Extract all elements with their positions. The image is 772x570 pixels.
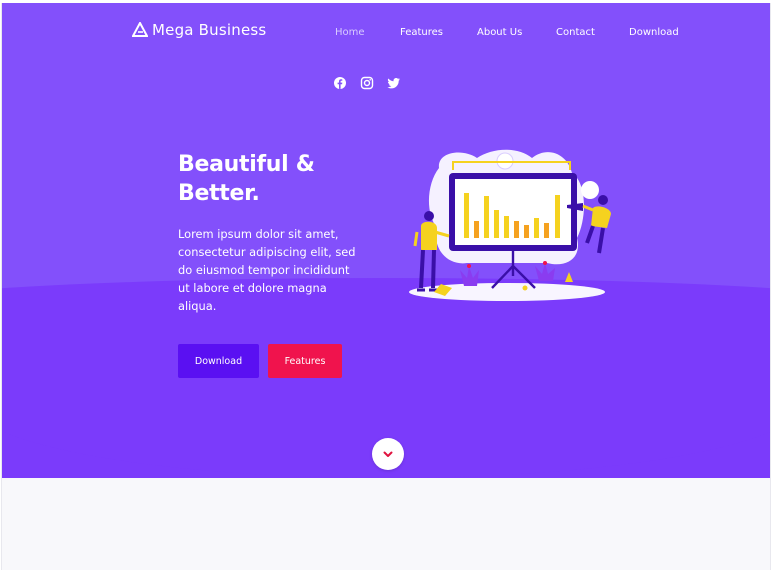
nav-item-contact[interactable]: Contact	[556, 27, 595, 38]
twitter-link[interactable]	[387, 76, 401, 90]
decor-circle	[581, 181, 599, 199]
nav-item-about-us[interactable]: About Us	[477, 27, 522, 38]
main-nav: Home Features About Us Contact Download	[2, 27, 770, 41]
hero-description: Lorem ipsum dolor sit amet, consectetur …	[178, 227, 356, 313]
gold-shard	[565, 272, 573, 282]
nav-item-home[interactable]: Home	[335, 27, 365, 38]
social-links	[333, 76, 401, 90]
features-button[interactable]: Features	[268, 344, 342, 378]
plant-left	[460, 264, 479, 286]
headline-line-2: Better.	[178, 181, 260, 206]
decor-dot	[522, 285, 528, 291]
presentation-illustration	[409, 149, 611, 301]
download-button[interactable]: Download	[178, 344, 259, 378]
facebook-icon	[334, 77, 346, 89]
headline-line-1: Beautiful &	[178, 152, 315, 177]
instagram-icon	[360, 76, 374, 90]
plant-right	[535, 261, 555, 281]
nav-item-features[interactable]: Features	[400, 27, 443, 38]
scroll-down-button[interactable]	[372, 438, 404, 470]
instagram-link[interactable]	[360, 76, 374, 90]
page-frame: Mega Business Home Features About Us Con…	[1, 3, 771, 570]
hero-section: Mega Business Home Features About Us Con…	[2, 3, 770, 478]
twitter-icon	[387, 78, 400, 89]
chevron-down-icon	[383, 451, 393, 457]
nav-item-download[interactable]: Download	[629, 27, 679, 38]
facebook-link[interactable]	[333, 76, 347, 90]
board-screen	[455, 179, 571, 245]
hero-headline: Beautiful & Better.	[178, 150, 378, 208]
